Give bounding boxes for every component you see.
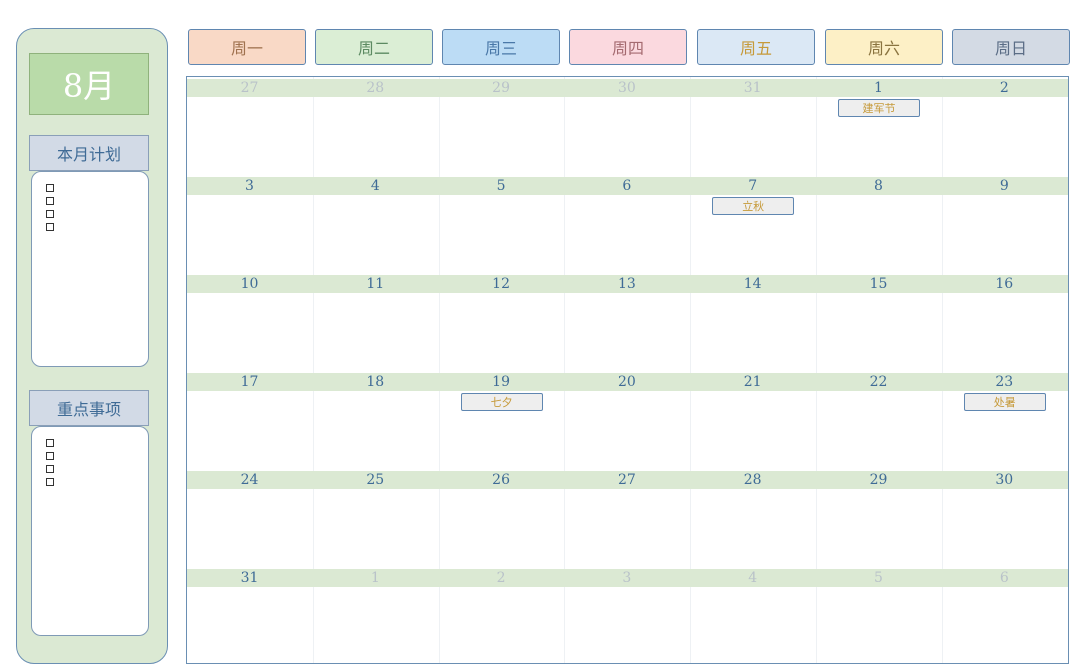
day-number[interactable]: 4 [690,569,815,587]
day-number[interactable]: 3 [187,177,312,195]
day-number[interactable]: 9 [942,177,1067,195]
day-number[interactable]: 18 [313,373,438,391]
day-number[interactable]: 19 [439,373,564,391]
event-tag[interactable]: 建军节 [838,99,920,117]
day-number[interactable]: 5 [439,177,564,195]
day-number[interactable]: 12 [439,275,564,293]
day-number[interactable]: 28 [313,79,438,97]
event-tag[interactable]: 七夕 [460,393,543,411]
day-number[interactable]: 29 [816,471,941,489]
day-number[interactable]: 27 [564,471,689,489]
calendar-grid: 27 28 29 30 31 1 2 3 4 5 6 7 8 9 10 11 12 13 14 15 16 17 18 19 2… [186,76,1069,664]
weekday-header-2: 周二 [315,29,433,65]
weekday-header-3: 周三 [442,29,560,65]
day-number[interactable]: 3 [564,569,689,587]
event-tag[interactable]: 处暑 [963,393,1046,411]
day-number[interactable]: 25 [313,471,438,489]
day-number[interactable]: 6 [564,177,689,195]
key-checkbox-4[interactable] [46,478,54,486]
day-number[interactable]: 2 [439,569,564,587]
month-title: 8月 [29,53,149,115]
event-tag[interactable]: 立秋 [712,197,795,215]
day-number[interactable]: 30 [942,471,1067,489]
day-number[interactable]: 2 [942,79,1067,97]
key-checkbox-3[interactable] [46,465,54,473]
day-number[interactable]: 6 [942,569,1067,587]
key-items-title: 重点事项 [29,390,149,426]
plan-checkbox-3[interactable] [46,210,54,218]
day-number[interactable]: 23 [942,373,1067,391]
day-number[interactable]: 11 [313,275,438,293]
day-number[interactable]: 26 [439,471,564,489]
day-number[interactable]: 1 [816,79,941,97]
weekday-header-5: 周五 [697,29,815,65]
day-number[interactable]: 29 [439,79,564,97]
day-number[interactable]: 16 [942,275,1067,293]
day-number[interactable]: 20 [564,373,689,391]
day-number[interactable]: 24 [187,471,312,489]
day-number[interactable]: 13 [564,275,689,293]
monthly-plan-list [31,171,149,367]
key-items-list [31,426,149,636]
day-number[interactable]: 5 [816,569,941,587]
plan-checkbox-4[interactable] [46,223,54,231]
day-number[interactable]: 4 [313,177,438,195]
day-number[interactable]: 15 [816,275,941,293]
day-number[interactable]: 14 [690,275,815,293]
plan-checkbox-2[interactable] [46,197,54,205]
key-checkbox-2[interactable] [46,452,54,460]
day-number[interactable]: 28 [690,471,815,489]
day-number[interactable]: 31 [690,79,815,97]
planner-sidebar: 8月 本月计划 重点事项 [16,28,168,664]
day-number[interactable]: 22 [816,373,941,391]
key-checkbox-1[interactable] [46,439,54,447]
weekday-header-1: 周一 [188,29,306,65]
plan-checkbox-1[interactable] [46,184,54,192]
weekday-header-4: 周四 [569,29,687,65]
weekday-header-6: 周六 [825,29,943,65]
day-number[interactable]: 21 [690,373,815,391]
day-number[interactable]: 10 [187,275,312,293]
day-number[interactable]: 7 [690,177,815,195]
day-number[interactable]: 8 [816,177,941,195]
day-number[interactable]: 17 [187,373,312,391]
day-number[interactable]: 27 [187,79,312,97]
weekday-header-7: 周日 [952,29,1070,65]
monthly-plan-title: 本月计划 [29,135,149,171]
day-number[interactable]: 30 [564,79,689,97]
day-number[interactable]: 31 [187,569,312,587]
day-number[interactable]: 1 [313,569,438,587]
